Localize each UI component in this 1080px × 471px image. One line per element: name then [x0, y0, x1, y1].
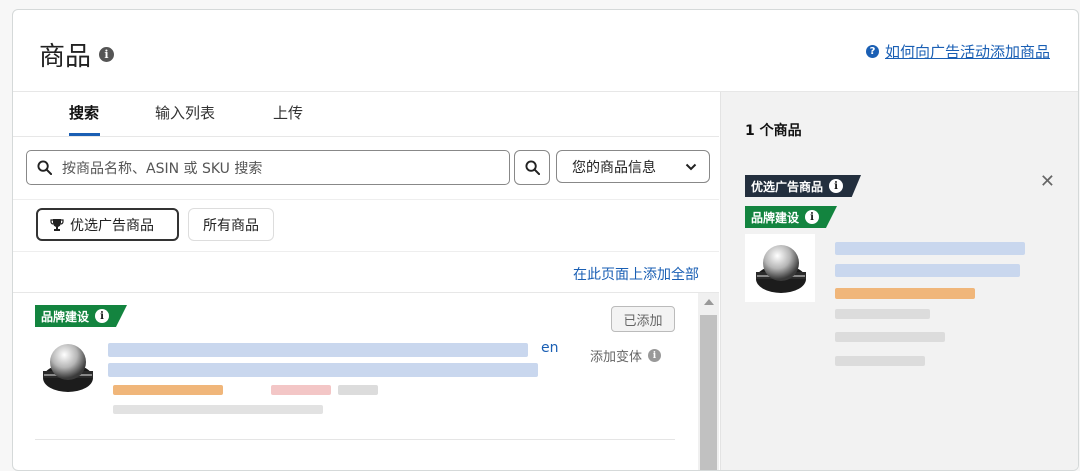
card-header: 商品 i ? 如何向广告活动添加商品: [13, 10, 1078, 92]
list-item-badge: 品牌建设 i: [35, 305, 128, 327]
brand-badge: 品牌建设 i: [745, 206, 838, 228]
blurred-price: [271, 385, 331, 395]
blurred-product-title: [108, 363, 538, 377]
search-input[interactable]: 按商品名称、ASIN 或 SKU 搜索: [26, 150, 510, 185]
added-button[interactable]: 已添加: [611, 306, 675, 332]
brand-badge-label: 品牌建设: [751, 210, 800, 225]
info-icon[interactable]: i: [95, 309, 110, 323]
info-icon[interactable]: i: [99, 47, 115, 62]
product-info-dropdown[interactable]: 您的商品信息: [556, 150, 710, 183]
tab-enter-list[interactable]: 输入列表: [155, 102, 215, 123]
left-panel: 搜索 输入列表 上传 按商品名称、ASIN 或 SKU 搜索 您的商品信息 优选…: [13, 92, 719, 470]
selected-product-image: [756, 245, 806, 293]
help-circle-icon: ?: [865, 45, 879, 58]
add-variants[interactable]: 添加变体 i: [590, 346, 662, 365]
featured-badge: 优选广告商品 i: [745, 175, 862, 197]
all-products-label: 所有商品: [203, 217, 259, 234]
scrollbar[interactable]: [698, 293, 719, 470]
blurred-product-title: [108, 343, 528, 357]
blurred-asin: [835, 356, 925, 366]
blurred-meta: [835, 332, 945, 342]
scroll-up-arrow-icon[interactable]: [704, 299, 714, 305]
product-title-tail[interactable]: en: [541, 340, 559, 356]
search-button[interactable]: [514, 150, 550, 185]
product-image: [43, 344, 93, 392]
featured-filter-label: 优选广告商品: [70, 217, 154, 234]
product-list: 品牌建设 i en 已添加 添加变体 i: [13, 292, 719, 470]
tab-search[interactable]: 搜索: [69, 102, 99, 123]
brand-badge: 品牌建设 i: [35, 305, 128, 327]
tab-upload[interactable]: 上传: [273, 102, 303, 123]
brand-badge-wrap: 品牌建设 i: [745, 206, 838, 228]
help-link[interactable]: 如何向广告活动添加商品: [885, 41, 1050, 62]
featured-filter-button[interactable]: 优选广告商品: [36, 208, 179, 241]
active-tab-indicator: [69, 133, 100, 136]
selected-count-title: 1 个商品: [745, 123, 802, 139]
filter-row: 优选广告商品 所有商品: [13, 199, 719, 252]
all-products-filter-button[interactable]: 所有商品: [188, 208, 274, 241]
dropdown-label: 您的商品信息: [572, 159, 656, 176]
row-divider: [35, 439, 675, 440]
blurred-product-title: [835, 264, 1020, 277]
search-placeholder: 按商品名称、ASIN 或 SKU 搜索: [62, 160, 263, 177]
info-icon[interactable]: i: [648, 349, 662, 362]
products-card: 商品 i ? 如何向广告活动添加商品 搜索 输入列表 上传 按商品名称、ASIN…: [12, 9, 1079, 471]
blurred-product-title: [835, 242, 1025, 255]
add-variants-label[interactable]: 添加变体: [590, 346, 642, 365]
scroll-thumb[interactable]: [700, 315, 717, 470]
close-icon[interactable]: ✕: [1040, 171, 1055, 192]
featured-badge-wrap: 优选广告商品 i: [745, 175, 862, 197]
blurred-meta: [835, 309, 930, 319]
search-icon: [524, 160, 540, 175]
trophy-icon: [50, 218, 64, 231]
brand-badge-label: 品牌建设: [41, 309, 90, 324]
blurred-rating: [113, 385, 223, 395]
featured-badge-label: 优选广告商品: [751, 179, 824, 194]
add-all-link[interactable]: 在此页面上添加全部: [573, 264, 699, 284]
blurred-asin: [113, 405, 323, 414]
page-title-text: 商品: [39, 42, 92, 72]
blurred-meta: [338, 385, 378, 395]
tab-bar: 搜索 输入列表 上传: [13, 92, 719, 137]
chevron-down-icon: [685, 163, 697, 170]
info-icon[interactable]: i: [805, 210, 820, 224]
selected-products-panel: 1 个商品 ✕ 优选广告商品 i 品牌建设 i: [720, 92, 1078, 470]
blurred-rating: [835, 288, 975, 299]
search-icon: [37, 160, 52, 175]
info-icon[interactable]: i: [829, 179, 844, 193]
help-link-group[interactable]: ? 如何向广告活动添加商品: [865, 41, 1050, 62]
search-row: 按商品名称、ASIN 或 SKU 搜索 您的商品信息: [13, 137, 719, 200]
page-title: 商品 i: [39, 36, 115, 73]
